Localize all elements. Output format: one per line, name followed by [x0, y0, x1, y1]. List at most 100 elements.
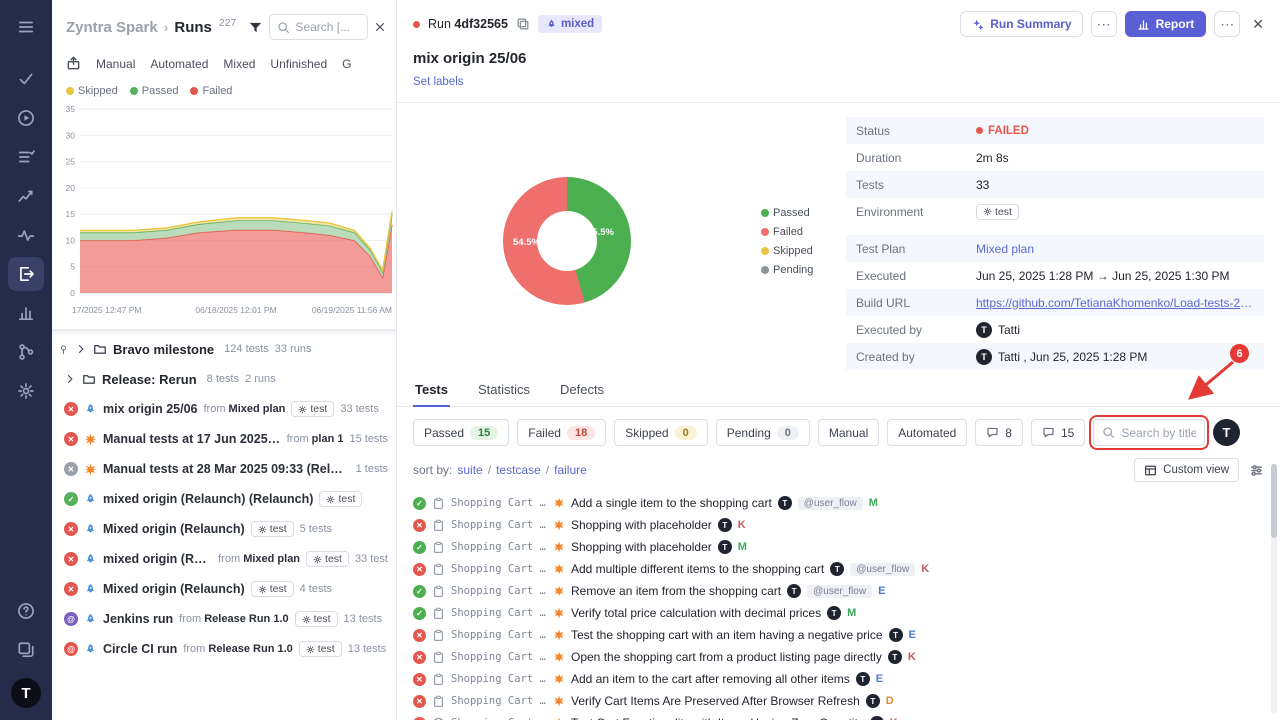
view-settings-icon[interactable]	[1249, 463, 1264, 478]
run-list-item[interactable]: @Circle CI runfrom Release Run 1.0test13…	[52, 634, 396, 664]
play-icon[interactable]	[8, 101, 44, 135]
copy-run-id-icon[interactable]	[516, 17, 530, 31]
clipboard-icon[interactable]	[432, 541, 445, 554]
test-title[interactable]: Remove an item from the shopping cart	[571, 584, 781, 598]
tests-search-box[interactable]	[1093, 419, 1205, 446]
metrics-icon[interactable]	[8, 179, 44, 213]
custom-view-button[interactable]: Custom view	[1134, 458, 1239, 482]
build-url-link[interactable]: https://github.com/TetianaKhomenko/Load-…	[976, 296, 1254, 310]
test-row[interactable]: ✕Shopping Cart @first…Test Cart Function…	[413, 712, 1268, 720]
test-plan-link[interactable]: Mixed plan	[976, 242, 1034, 256]
chevron-right-icon[interactable]	[64, 373, 76, 385]
user-avatar[interactable]: T	[1213, 419, 1240, 446]
clipboard-icon[interactable]	[432, 519, 445, 532]
filter-chip-pending[interactable]: Pending0	[716, 419, 810, 446]
workspace-name[interactable]: Zyntra Spark	[66, 19, 158, 36]
suites-icon[interactable]	[8, 140, 44, 174]
test-row[interactable]: ✕Shopping Cart @first…Test the shopping …	[413, 624, 1268, 646]
clipboard-icon[interactable]	[432, 607, 445, 620]
comments-filter-chip[interactable]: 8	[975, 419, 1023, 446]
activity-icon[interactable]	[8, 218, 44, 252]
test-title[interactable]: Add a single item to the shopping cart	[571, 496, 772, 510]
run-list-item[interactable]: ✓mixed origin (Relaunch) (Relaunch)test	[52, 484, 396, 514]
clipboard-icon[interactable]	[432, 585, 445, 598]
test-title[interactable]: Add multiple different items to the shop…	[571, 562, 824, 576]
test-row[interactable]: ✓Shopping Cart @first…Add a single item …	[413, 492, 1268, 514]
test-row[interactable]: ✕Shopping Cart @first…Shopping with plac…	[413, 514, 1268, 536]
reports-icon[interactable]	[8, 296, 44, 330]
more-options-button[interactable]: ⋯	[1091, 11, 1117, 37]
projects-icon[interactable]	[8, 633, 44, 667]
more-options-button-2[interactable]: ⋯	[1214, 11, 1240, 37]
test-row[interactable]: ✓Shopping Cart @first…Remove an item fro…	[413, 580, 1268, 602]
tab-tests[interactable]: Tests	[413, 375, 450, 407]
report-button[interactable]: Report	[1125, 11, 1207, 37]
run-list-item[interactable]: ✕Mixed origin (Relaunch)test4 tests	[52, 574, 396, 604]
runs-filter-tab-manual[interactable]: Manual	[96, 57, 135, 71]
launches-icon[interactable]	[8, 257, 44, 291]
clipboard-icon[interactable]	[432, 695, 445, 708]
run-summary-button[interactable]: Run Summary	[960, 11, 1082, 37]
tab-defects[interactable]: Defects	[558, 375, 606, 406]
tab-statistics[interactable]: Statistics	[476, 375, 532, 406]
filter-chip-skipped[interactable]: Skipped0	[614, 419, 708, 446]
set-labels-link[interactable]: Set labels	[413, 76, 464, 88]
workspace-avatar[interactable]: T	[11, 678, 41, 708]
test-row[interactable]: ✓Shopping Cart @first…Shopping with plac…	[413, 536, 1268, 558]
test-title[interactable]: Test the shopping cart with an item havi…	[571, 628, 883, 642]
clipboard-icon[interactable]	[432, 629, 445, 642]
runs-search-input[interactable]	[295, 20, 360, 34]
vertical-scrollbar[interactable]	[1271, 464, 1277, 714]
help-icon[interactable]	[8, 594, 44, 628]
test-title[interactable]: Shopping with placeholder	[571, 518, 712, 532]
run-list-item[interactable]: ✕mix origin 25/06from Mixed plantest33 t…	[52, 394, 396, 424]
test-title[interactable]: Open the shopping cart from a product li…	[571, 650, 882, 664]
test-title[interactable]: Test Cart Functionality with Items Havin…	[571, 716, 864, 720]
test-title[interactable]: Shopping with placeholder	[571, 540, 712, 554]
runs-filter-tab-mixed[interactable]: Mixed	[223, 57, 255, 71]
sort-by-suite[interactable]: suite	[457, 463, 482, 477]
runs-filter-tab-automated[interactable]: Automated	[150, 57, 208, 71]
menu-icon[interactable]	[8, 10, 44, 44]
test-title[interactable]: Verify total price calculation with deci…	[571, 606, 821, 620]
integrations-icon[interactable]	[8, 335, 44, 369]
clipboard-icon[interactable]	[432, 563, 445, 576]
filter-chip-manual[interactable]: Manual	[818, 419, 879, 446]
tests-search-input[interactable]	[1121, 426, 1196, 440]
comments-filter-chip[interactable]: 15	[1031, 419, 1085, 446]
settings-icon[interactable]	[8, 374, 44, 408]
milestone-row[interactable]: Bravo milestone124 tests33 runs	[52, 334, 396, 364]
run-list-item[interactable]: ✕mixed origin (Relaunch)from Mixed plant…	[52, 544, 396, 574]
filter-chip-failed[interactable]: Failed18	[517, 419, 606, 446]
filter-chip-automated[interactable]: Automated	[887, 419, 967, 446]
tasks-icon[interactable]	[8, 62, 44, 96]
run-list-item[interactable]: ✕Manual tests at 28 Mar 2025 09:33 (Rela…	[52, 454, 396, 484]
clipboard-icon[interactable]	[432, 497, 445, 510]
clipboard-icon[interactable]	[432, 717, 445, 720]
test-row[interactable]: ✓Shopping Cart @first…Verify total price…	[413, 602, 1268, 624]
run-list-item[interactable]: @Jenkins runfrom Release Run 1.0test13 t…	[52, 604, 396, 634]
chevron-right-icon[interactable]	[75, 343, 87, 355]
run-list-item[interactable]: ✕Mixed origin (Relaunch)test5 tests	[52, 514, 396, 544]
test-row[interactable]: ✕Shopping Cart @first…Open the shopping …	[413, 646, 1268, 668]
test-title[interactable]: Verify Cart Items Are Preserved After Br…	[571, 694, 860, 708]
milestone-row[interactable]: Release: Rerun8 tests2 runs	[52, 364, 396, 394]
run-list-item[interactable]: ✕Manual tests at 17 Jun 2025 10:09from p…	[52, 424, 396, 454]
filter-chip-passed[interactable]: Passed15	[413, 419, 509, 446]
clipboard-icon[interactable]	[432, 651, 445, 664]
clipboard-icon[interactable]	[432, 673, 445, 686]
test-row[interactable]: ✕Shopping Cart @first…Verify Cart Items …	[413, 690, 1268, 712]
test-row[interactable]: ✕Shopping Cart @first…Add an item to the…	[413, 668, 1268, 690]
runs-search-box[interactable]	[269, 14, 368, 40]
test-row[interactable]: ✕Shopping Cart @first…Add multiple diffe…	[413, 558, 1268, 580]
filter-funnel-icon[interactable]	[248, 20, 263, 35]
close-search-icon[interactable]	[374, 21, 386, 33]
test-title[interactable]: Add an item to the cart after removing a…	[571, 672, 850, 686]
scrollbar-thumb[interactable]	[1271, 464, 1277, 538]
saved-views-icon[interactable]	[66, 56, 81, 71]
sort-by-failure[interactable]: failure	[554, 463, 587, 477]
runs-filter-tab-g[interactable]: G	[342, 57, 351, 71]
runs-filter-tab-unfinished[interactable]: Unfinished	[270, 57, 327, 71]
close-run-icon[interactable]: ✕	[1252, 16, 1264, 33]
sort-by-testcase[interactable]: testcase	[496, 463, 541, 477]
